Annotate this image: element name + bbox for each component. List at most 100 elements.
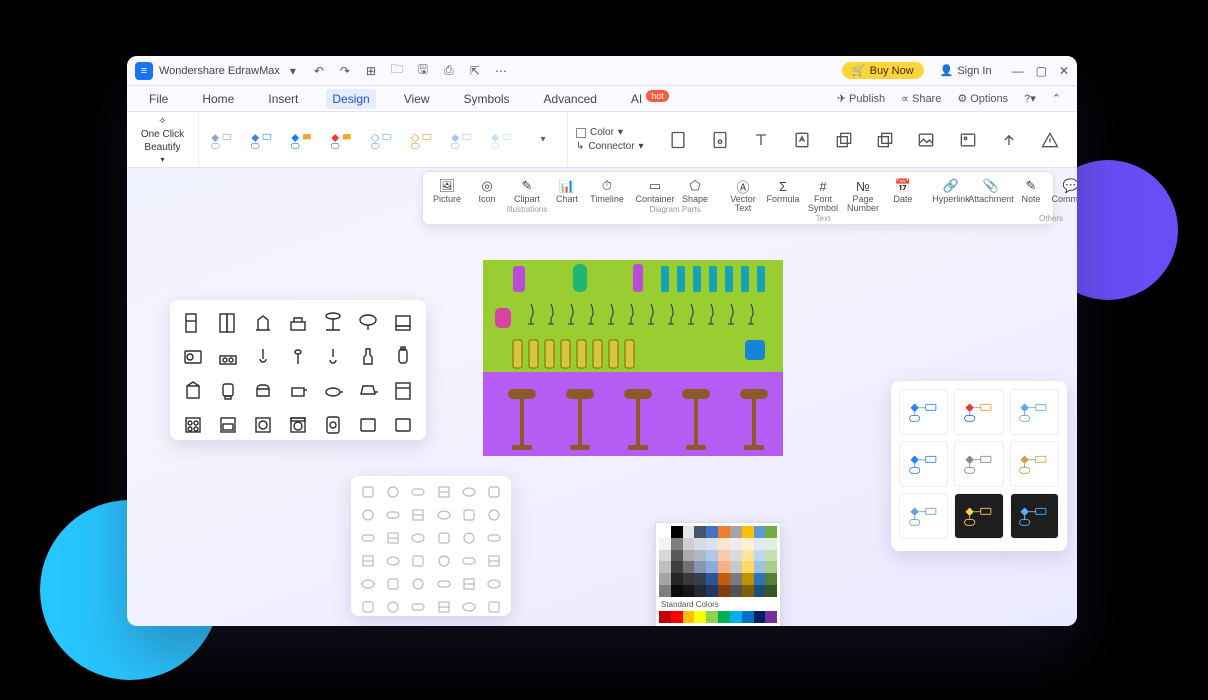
color-swatch[interactable] (694, 611, 706, 623)
appliance-symbol[interactable] (317, 308, 348, 338)
menu-view[interactable]: View (398, 89, 436, 109)
appliance-symbol[interactable] (387, 376, 418, 406)
furniture-symbol[interactable] (483, 574, 505, 594)
color-swatch[interactable] (754, 611, 766, 623)
color-swatch[interactable] (659, 585, 671, 597)
color-swatch[interactable] (754, 550, 766, 562)
appliance-symbol[interactable] (387, 342, 418, 372)
theme-thumb[interactable] (247, 122, 279, 158)
color-swatch[interactable] (730, 526, 742, 538)
tool-attachment[interactable]: 📎Attachment (971, 174, 1011, 213)
image-icon[interactable] (915, 129, 937, 151)
menu-advanced[interactable]: Advanced (538, 89, 603, 109)
appliance-symbol[interactable] (213, 376, 244, 406)
appliance-symbol[interactable] (248, 308, 279, 338)
tool-date[interactable]: 📅Date (883, 174, 923, 213)
color-swatch[interactable] (718, 611, 730, 623)
tool-font-symbol[interactable]: #FontSymbol (803, 174, 843, 213)
furniture-symbol[interactable] (357, 482, 379, 502)
color-swatch[interactable] (718, 561, 730, 573)
color-swatch[interactable] (683, 573, 695, 585)
color-swatch[interactable] (706, 611, 718, 623)
tool-note[interactable]: ✎Note (1011, 174, 1051, 213)
tool-formula[interactable]: ΣFormula (763, 174, 803, 213)
text-style-icon[interactable] (750, 129, 772, 151)
tool-shape[interactable]: ⬠Shape (675, 174, 715, 204)
color-swatch[interactable] (754, 585, 766, 597)
menu-ai[interactable]: AI (625, 89, 648, 109)
appliance-symbol[interactable] (283, 376, 314, 406)
furniture-symbol[interactable] (382, 574, 404, 594)
appliance-symbol[interactable] (352, 376, 383, 406)
font-icon[interactable] (791, 129, 813, 151)
appliance-symbol[interactable] (352, 308, 383, 338)
appliance-symbol[interactable] (317, 342, 348, 372)
color-swatch[interactable] (765, 538, 777, 550)
furniture-symbol[interactable] (458, 597, 480, 617)
appliance-symbol[interactable] (352, 410, 383, 440)
furniture-symbol[interactable] (458, 551, 480, 571)
color-swatch[interactable] (765, 611, 777, 623)
appliance-symbol[interactable] (213, 410, 244, 440)
furniture-symbol[interactable] (382, 597, 404, 617)
color-swatch[interactable] (765, 550, 777, 562)
appliance-symbol[interactable] (283, 308, 314, 338)
options-button[interactable]: ⚙ Options (957, 92, 1008, 105)
publish-button[interactable]: ✈ Publish (837, 92, 885, 105)
furniture-symbol[interactable] (407, 505, 429, 525)
furniture-symbol[interactable] (357, 597, 379, 617)
theme-thumb[interactable] (367, 122, 399, 158)
theme-swatch[interactable] (1010, 389, 1059, 435)
color-swatch[interactable] (659, 561, 671, 573)
color-swatch[interactable] (742, 526, 754, 538)
color-swatch[interactable] (671, 573, 683, 585)
tool-page-number[interactable]: №PageNumber (843, 174, 883, 213)
color-swatch[interactable] (683, 585, 695, 597)
arrange-front-icon[interactable] (874, 129, 896, 151)
close-button[interactable]: ✕ (1059, 64, 1069, 78)
color-swatch[interactable] (659, 611, 671, 623)
connector-dropdown[interactable]: ↳Connector ▾ (576, 141, 644, 152)
theme-swatch[interactable] (1010, 441, 1059, 487)
color-dropdown[interactable]: Color ▾ (576, 127, 644, 138)
color-swatch[interactable] (671, 585, 683, 597)
color-swatch[interactable] (671, 611, 683, 623)
color-swatch[interactable] (730, 585, 742, 597)
theme-thumb[interactable] (447, 122, 479, 158)
color-swatch[interactable] (694, 561, 706, 573)
color-swatch[interactable] (671, 550, 683, 562)
tool-clipart[interactable]: ✎Clipart (507, 174, 547, 204)
color-swatch[interactable] (754, 538, 766, 550)
color-swatch[interactable] (765, 561, 777, 573)
tool-chart[interactable]: 📊Chart (547, 174, 587, 204)
color-swatch[interactable] (765, 573, 777, 585)
menu-file[interactable]: File (143, 89, 174, 109)
theme-swatch[interactable] (1010, 493, 1059, 539)
warning-icon[interactable] (1039, 129, 1061, 151)
furniture-symbol[interactable] (483, 505, 505, 525)
color-swatch[interactable] (742, 550, 754, 562)
furniture-symbol[interactable] (483, 597, 505, 617)
furniture-symbol[interactable] (432, 551, 454, 571)
appliance-symbol[interactable] (317, 376, 348, 406)
color-swatch[interactable] (730, 550, 742, 562)
furniture-symbol[interactable] (458, 505, 480, 525)
color-swatch[interactable] (694, 526, 706, 538)
color-swatch[interactable] (718, 573, 730, 585)
buy-now-button[interactable]: 🛒 Buy Now (842, 62, 924, 79)
furniture-symbol[interactable] (357, 528, 379, 548)
furniture-symbol[interactable] (407, 597, 429, 617)
sign-in-button[interactable]: 👤 Sign In (932, 61, 1000, 80)
page-setup-icon[interactable] (667, 129, 689, 151)
appliance-symbol[interactable] (178, 376, 209, 406)
page-lock-icon[interactable] (709, 129, 731, 151)
color-swatch[interactable] (718, 585, 730, 597)
tool-container[interactable]: ▭Container (635, 174, 675, 204)
color-swatch[interactable] (694, 573, 706, 585)
maximize-button[interactable]: ▢ (1036, 64, 1047, 78)
tool-timeline[interactable]: ⏱Timeline (587, 174, 627, 204)
appliance-symbol[interactable] (248, 410, 279, 440)
color-swatch[interactable] (730, 538, 742, 550)
furniture-symbol[interactable] (407, 482, 429, 502)
save-icon[interactable]: 🖫 (415, 63, 431, 79)
